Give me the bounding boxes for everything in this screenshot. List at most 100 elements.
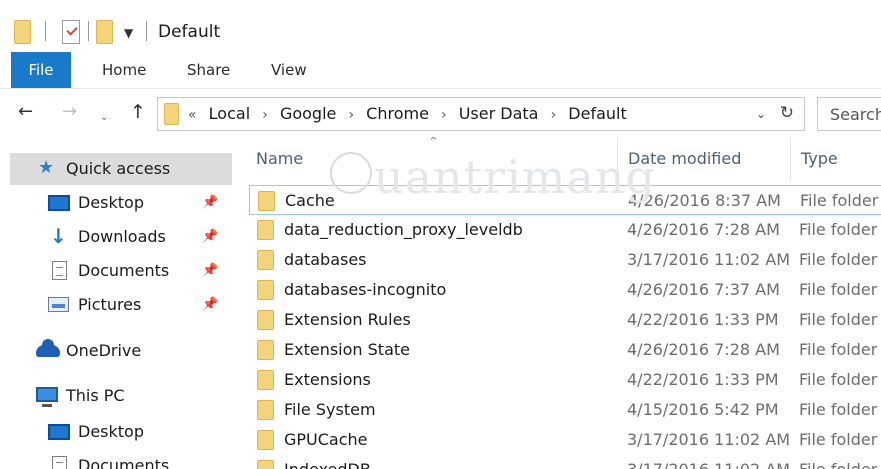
file-date: 4/26/2016 8:37 AM [628, 191, 781, 210]
file-type: File folder [799, 280, 878, 299]
folder-icon[interactable] [14, 20, 31, 44]
downloads-icon: ↓ [50, 224, 67, 248]
pin-icon[interactable]: 📌 [202, 229, 218, 244]
sidebar-item-documents[interactable]: Documents 📌 [0, 255, 232, 287]
sidebar-item-label: Desktop [78, 193, 144, 212]
chevron-right-icon[interactable]: › [441, 107, 447, 123]
toolbar-separator [45, 21, 46, 41]
toolbar-separator [88, 21, 89, 41]
table-row[interactable]: Extensions 4/22/2016 1:33 PM File folder [249, 365, 881, 395]
tab-home[interactable]: Home [102, 52, 146, 88]
folder-icon [164, 103, 179, 125]
file-name: File System [284, 400, 376, 419]
table-row[interactable]: GPUCache 3/17/2016 11:02 AM File folder [249, 425, 881, 455]
tab-share[interactable]: Share [187, 52, 230, 88]
column-header-date-modified[interactable]: Date modified [628, 137, 741, 181]
sidebar-item-pictures[interactable]: Pictures 📌 [0, 289, 232, 321]
pin-icon[interactable]: 📌 [202, 297, 218, 312]
sidebar-item-label: Documents [78, 261, 170, 280]
file-list: ⌃ Name Date modified Type Cache 4/26/201… [232, 137, 881, 469]
chevron-right-icon[interactable]: › [348, 107, 354, 123]
file-name: Extensions [284, 370, 371, 389]
sidebar-item-label: This PC [66, 386, 125, 405]
toolbar-separator [146, 21, 147, 41]
sidebar-item-onedrive[interactable]: OneDrive [0, 335, 232, 367]
address-row: ← → ⌄ ↑ « Local › Google › Chrome › User… [0, 88, 881, 136]
column-divider[interactable] [617, 137, 618, 181]
table-row[interactable]: data_reduction_proxy_leveldb 4/26/2016 7… [249, 215, 881, 245]
file-type: File folder [799, 400, 878, 419]
file-date: 4/26/2016 7:28 AM [627, 220, 780, 239]
tab-view[interactable]: View [271, 52, 307, 88]
chevron-right-icon[interactable]: › [262, 107, 268, 123]
table-row[interactable]: Extension Rules 4/22/2016 1:33 PM File f… [249, 305, 881, 335]
file-name: Extension Rules [284, 310, 411, 329]
tab-file[interactable]: File [11, 52, 71, 88]
sidebar-item-documents-pc[interactable]: Documents [0, 450, 232, 469]
table-row[interactable]: Extension State 4/26/2016 7:28 AM File f… [249, 335, 881, 365]
file-name: databases [284, 250, 367, 269]
navigation-pane: ★ Quick access Desktop 📌 ↓ Downloads 📌 D… [0, 137, 232, 469]
file-type: File folder [799, 220, 878, 239]
file-type: File folder [799, 370, 878, 389]
properties-icon[interactable] [62, 20, 80, 44]
folder-icon [257, 340, 274, 360]
ribbon-tabs: File Home Share View [0, 52, 881, 88]
sidebar-item-downloads[interactable]: ↓ Downloads 📌 [0, 221, 232, 253]
breadcrumb-local[interactable]: Local [209, 104, 250, 123]
recent-locations-chevron-icon[interactable]: ⌄ [100, 108, 108, 128]
sidebar-item-desktop[interactable]: Desktop 📌 [0, 187, 232, 219]
chevron-right-icon[interactable]: › [551, 107, 557, 123]
title-bar: ▼ Default [0, 0, 881, 52]
customize-toolbar-dropdown-icon[interactable]: ▼ [124, 27, 133, 39]
sidebar-item-desktop-pc[interactable]: Desktop [0, 416, 232, 448]
table-row[interactable]: databases 3/17/2016 11:02 AM File folder [249, 245, 881, 275]
search-input[interactable]: Search [817, 97, 881, 131]
sidebar-item-this-pc[interactable]: This PC [0, 380, 232, 412]
folder-icon [258, 191, 275, 211]
file-name: Extension State [284, 340, 410, 359]
file-name: databases-incognito [284, 280, 447, 299]
column-divider[interactable] [790, 137, 791, 181]
onedrive-icon [36, 339, 60, 357]
up-arrow-icon[interactable]: ↑ [130, 102, 146, 122]
this-pc-icon [36, 387, 58, 407]
file-date: 3/17/2016 11:02 AM [627, 460, 790, 469]
table-row[interactable]: File System 4/15/2016 5:42 PM File folde… [249, 395, 881, 425]
table-row[interactable]: Cache 4/26/2016 8:37 AM File folder [249, 185, 881, 215]
breadcrumb-google[interactable]: Google [280, 104, 336, 123]
table-row[interactable]: databases-incognito 4/26/2016 7:37 AM Fi… [249, 275, 881, 305]
documents-icon [52, 261, 67, 280]
refresh-icon[interactable]: ↻ [780, 103, 794, 123]
new-folder-icon[interactable] [96, 20, 113, 44]
address-bar[interactable]: « Local › Google › Chrome › User Data › … [157, 97, 805, 131]
back-arrow-icon[interactable]: ← [18, 102, 33, 122]
folder-icon [257, 430, 274, 450]
documents-icon [52, 456, 67, 469]
file-name: data_reduction_proxy_leveldb [284, 220, 523, 239]
file-type: File folder [800, 191, 879, 210]
folder-icon [257, 460, 274, 469]
breadcrumb: « Local › Google › Chrome › User Data › … [188, 98, 634, 130]
chevron-down-icon[interactable]: ⌄ [756, 107, 766, 121]
sidebar-item-label: Quick access [66, 159, 171, 178]
folder-icon [257, 310, 274, 330]
breadcrumb-overflow[interactable]: « [188, 107, 197, 123]
sidebar-item-label: Downloads [78, 227, 166, 246]
breadcrumb-default[interactable]: Default [568, 104, 626, 123]
file-name: Cache [285, 191, 335, 210]
sidebar-item-label: Pictures [78, 295, 142, 314]
forward-arrow-icon[interactable]: → [62, 102, 77, 122]
column-header-name[interactable]: Name [256, 137, 303, 181]
star-icon: ★ [38, 157, 55, 178]
table-row[interactable]: IndexedDB 3/17/2016 11:02 AM File folder [249, 455, 881, 469]
folder-icon [257, 220, 274, 240]
pin-icon[interactable]: 📌 [202, 195, 218, 210]
pin-icon[interactable]: 📌 [202, 263, 218, 278]
file-date: 3/17/2016 11:02 AM [627, 430, 791, 449]
column-header-type[interactable]: Type [801, 137, 838, 181]
folder-icon [257, 250, 274, 270]
breadcrumb-chrome[interactable]: Chrome [366, 104, 429, 123]
sidebar-item-quick-access[interactable]: ★ Quick access [10, 153, 232, 185]
breadcrumb-user-data[interactable]: User Data [459, 104, 539, 123]
